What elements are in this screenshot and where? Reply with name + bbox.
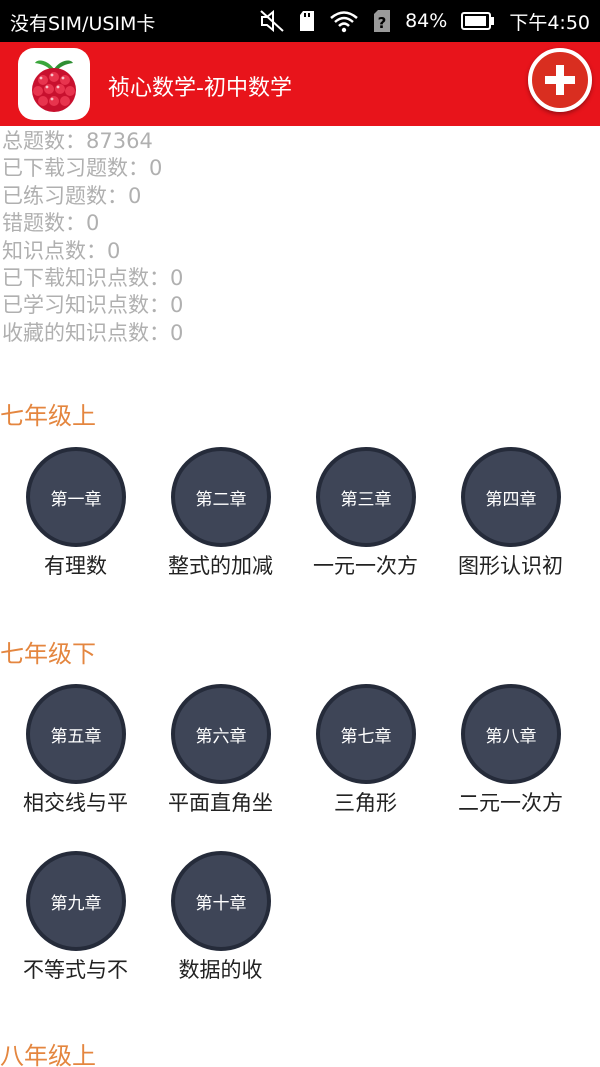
chapter-circle: 第三章 <box>316 447 416 547</box>
stat-learned-knowledge: 已学习知识点数：0 <box>2 293 184 318</box>
stat-downloaded-questions: 已下载习题数：0 <box>2 156 163 181</box>
chapter-name: 数据的收 <box>178 958 263 982</box>
grade-title-8a: 八年级上 <box>0 1042 96 1067</box>
grade-title-7b: 七年级下 <box>0 640 96 668</box>
chapter-10[interactable]: 第十章 数据的收 <box>148 851 293 991</box>
chapter-circle: 第五章 <box>26 684 126 784</box>
chapter-2[interactable]: 第二章 整式的加减 <box>148 447 293 587</box>
stat-knowledge-points: 知识点数：0 <box>2 238 121 263</box>
clock: 下午4:50 <box>509 11 590 34</box>
chapter-name: 二元一次方 <box>458 791 563 815</box>
chapter-label: 第十章 <box>195 893 247 914</box>
chapter-circle: 第二章 <box>171 447 271 547</box>
status-icons: ? 84% 下午4:50 <box>259 0 590 42</box>
app-bar: 祯心数学-初中数学 <box>0 42 600 126</box>
status-bar: 没有SIM/USIM卡 ? 84% 下午4:50 <box>0 0 600 42</box>
chapter-label: 第七章 <box>340 726 392 747</box>
chapter-label: 第三章 <box>340 489 392 510</box>
chapter-circle: 第九章 <box>26 851 126 951</box>
chapter-name: 整式的加减 <box>168 554 273 578</box>
chapter-label: 第九章 <box>50 893 102 914</box>
chapter-8[interactable]: 第八章 二元一次方 <box>438 684 583 824</box>
battery-percent: 84% <box>405 10 448 32</box>
chapter-circle: 第八章 <box>461 684 561 784</box>
chapter-circle: 第一章 <box>26 447 126 547</box>
chapter-circle: 第七章 <box>316 684 416 784</box>
stat-total-questions: 总题数：87364 <box>2 129 153 153</box>
carrier-text: 没有SIM/USIM卡 <box>10 13 156 35</box>
chapter-9[interactable]: 第九章 不等式与不 <box>3 851 148 991</box>
chapter-label: 第四章 <box>485 489 537 510</box>
chapter-6[interactable]: 第六章 平面直角坐 <box>148 684 293 824</box>
chapter-name: 图形认识初 <box>458 554 563 578</box>
stat-practiced-questions: 已练习题数：0 <box>2 183 142 208</box>
chapter-label: 第一章 <box>50 489 102 510</box>
chapter-name: 平面直角坐 <box>168 791 273 815</box>
chapter-label: 第二章 <box>195 489 247 510</box>
stats-list: 总题数：87364 已下载习题数：0 已练习题数：0 错题数：0 知识点数：0 … <box>2 128 183 347</box>
chapter-name: 不等式与不 <box>23 958 128 982</box>
add-button[interactable] <box>528 48 592 112</box>
chapter-label: 第六章 <box>195 726 247 747</box>
chapter-label: 第五章 <box>50 726 102 747</box>
chapter-4[interactable]: 第四章 图形认识初 <box>438 447 583 587</box>
raspberry-logo-icon <box>18 48 90 120</box>
stat-wrong-questions: 错题数：0 <box>2 211 100 236</box>
sd-card-icon <box>299 10 315 32</box>
svg-text:?: ? <box>378 14 387 32</box>
chapter-name: 一元一次方 <box>313 554 418 578</box>
battery-icon <box>461 12 495 30</box>
plus-icon <box>545 65 575 95</box>
wifi-icon <box>329 9 359 33</box>
chapter-name: 有理数 <box>44 554 107 578</box>
mute-icon <box>259 9 285 33</box>
app-title: 祯心数学-初中数学 <box>108 76 292 101</box>
chapter-3[interactable]: 第三章 一元一次方 <box>293 447 438 587</box>
stat-favorite-knowledge: 收藏的知识点数：0 <box>2 320 184 345</box>
chapter-name: 三角形 <box>334 791 397 815</box>
chapter-7[interactable]: 第七章 三角形 <box>293 684 438 824</box>
chapter-label: 第八章 <box>485 726 537 747</box>
grade-title-7a: 七年级上 <box>0 402 96 430</box>
chapter-circle: 第十章 <box>171 851 271 951</box>
chapter-circle: 第六章 <box>171 684 271 784</box>
stat-downloaded-knowledge: 已下载知识点数：0 <box>2 266 184 291</box>
chapter-5[interactable]: 第五章 相交线与平 <box>3 684 148 824</box>
chapter-name: 相交线与平 <box>23 791 128 815</box>
chapter-1[interactable]: 第一章 有理数 <box>3 447 148 587</box>
no-sim-icon: ? <box>373 9 391 33</box>
chapter-circle: 第四章 <box>461 447 561 547</box>
